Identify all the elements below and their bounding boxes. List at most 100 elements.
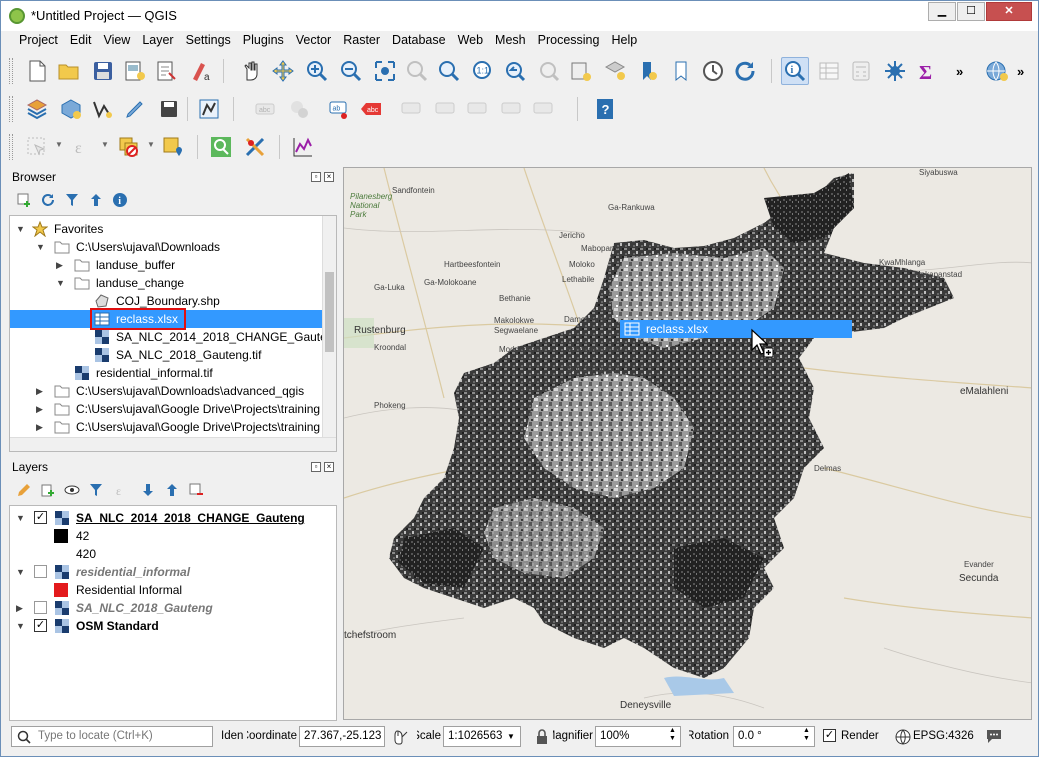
menu-raster[interactable]: Raster [337, 31, 386, 51]
zoom-to-selection-icon[interactable] [403, 57, 431, 85]
minimize-button[interactable]: ▁ [928, 2, 956, 21]
toolbar-handle[interactable] [9, 96, 13, 122]
filter-browser-icon[interactable] [63, 191, 81, 209]
zoom-next-icon[interactable] [535, 57, 563, 85]
zoom-full-icon[interactable] [371, 57, 399, 85]
magnifier-spinner-icon[interactable]: ▲ ▼ [669, 727, 676, 743]
close-panel-icon[interactable]: × [324, 172, 334, 182]
temporal-controller-icon[interactable] [699, 57, 727, 85]
menu-database[interactable]: Database [386, 31, 452, 51]
layer-visibility-checkbox[interactable]: ✓ [34, 511, 47, 524]
scrollbar-thumb[interactable] [325, 272, 334, 352]
open-layer-styling-icon[interactable] [15, 481, 33, 499]
digitize-icon[interactable] [89, 95, 117, 123]
float-panel-icon[interactable]: ▫ [311, 172, 321, 182]
zoom-last-icon[interactable] [501, 57, 529, 85]
refresh-browser-icon[interactable] [39, 191, 57, 209]
layer-row-nlc2018[interactable]: ▶ SA_NLC_2018_Gauteng [10, 599, 336, 617]
zoom-native-icon[interactable]: 1:1 [469, 57, 497, 85]
expression-dropdown-icon[interactable]: ▼ [101, 140, 109, 149]
highlight-labels-icon[interactable]: abc [357, 95, 385, 123]
remove-layer-icon[interactable] [187, 481, 205, 499]
field-calculator-icon[interactable] [847, 57, 875, 85]
rotation-spinner-icon[interactable]: ▲ ▼ [803, 727, 810, 743]
new-geopackage-layer-icon[interactable] [57, 95, 85, 123]
menu-processing[interactable]: Processing [532, 31, 606, 51]
menu-web[interactable]: Web [452, 31, 489, 51]
toolbar-overflow-button-2[interactable]: » [1017, 64, 1024, 79]
expand-all-icon[interactable] [139, 481, 157, 499]
elevation-profile-icon[interactable] [289, 133, 317, 161]
layer-row-residential[interactable]: ▼ residential_informal [10, 563, 336, 581]
web-map-icon[interactable] [983, 57, 1011, 85]
deselect-all-icon[interactable] [115, 133, 143, 161]
locator-input[interactable]: Type to locate (Ctrl+K) [11, 726, 213, 747]
rotate-label-icon[interactable] [463, 95, 491, 123]
tree-row-gdrive-training-2[interactable]: ▶ C:\Users\ujaval\Google Drive\Projects\… [10, 418, 330, 436]
add-selected-layers-icon[interactable] [15, 191, 33, 209]
tree-row-downloads[interactable]: ▼ C:\Users\ujaval\Downloads [10, 238, 330, 256]
menu-view[interactable]: View [97, 31, 136, 51]
new-project-icon[interactable] [23, 57, 51, 85]
pan-map-icon[interactable] [237, 57, 265, 85]
new-bookmark-icon[interactable] [601, 57, 629, 85]
tree-row-nlc2018-tif[interactable]: SA_NLC_2018_Gauteng.tif [10, 346, 330, 364]
menu-settings[interactable]: Settings [180, 31, 237, 51]
select-by-location-icon[interactable] [159, 133, 187, 161]
select-dropdown-icon[interactable]: ▼ [55, 140, 63, 149]
coordinate-field[interactable]: 27.367,-25.123 [299, 726, 385, 747]
browser-vertical-scrollbar[interactable] [322, 216, 336, 437]
toolbar-handle[interactable] [9, 58, 13, 84]
data-source-manager-icon[interactable] [23, 95, 51, 123]
menu-mesh[interactable]: Mesh [489, 31, 532, 51]
layer-visibility-checkbox[interactable] [34, 601, 47, 614]
filter-by-expression-icon[interactable]: ε [113, 481, 131, 499]
toggle-editing-icon[interactable] [121, 95, 149, 123]
crs-globe-icon[interactable] [895, 729, 911, 745]
tree-row-favorites[interactable]: ▼ Favorites [10, 220, 330, 238]
layer-row-osm[interactable]: ▼ ✓ OSM Standard [10, 617, 336, 635]
crs-label[interactable]: EPSG:4326 [913, 730, 974, 742]
collapse-all-icon[interactable] [163, 481, 181, 499]
show-hide-labels-icon[interactable] [431, 95, 459, 123]
zoom-in-icon[interactable] [303, 57, 331, 85]
move-label-icon[interactable] [397, 95, 425, 123]
show-bookmarks-icon[interactable] [635, 57, 663, 85]
layer-labeling-icon[interactable]: ab [325, 95, 353, 123]
properties-icon[interactable]: i [111, 191, 129, 209]
menu-help[interactable]: Help [605, 31, 643, 51]
menu-project[interactable]: Project [13, 31, 64, 51]
save-edits-icon[interactable] [155, 95, 183, 123]
map-canvas[interactable]: Sandfontein Pilanesberg National Park Je… [343, 167, 1032, 720]
map-tips-icon[interactable] [241, 133, 269, 161]
style-manager-icon[interactable]: a [187, 57, 215, 85]
tree-row-landuse-change[interactable]: ▼ landuse_change [10, 274, 330, 292]
toolbox-icon[interactable] [881, 57, 909, 85]
manage-map-themes-icon[interactable] [63, 481, 81, 499]
tree-row-advanced-qgis[interactable]: ▶ C:\Users\ujaval\Downloads\advanced_qgi… [10, 382, 330, 400]
tree-row-residential-tif[interactable]: residential_informal.tif [10, 364, 330, 382]
help-icon[interactable]: ? [591, 95, 619, 123]
identify-features-icon[interactable]: i [781, 57, 809, 85]
toolbar-overflow-button[interactable]: » [956, 64, 963, 79]
layer-visibility-checkbox[interactable]: ✓ [34, 619, 47, 632]
menu-plugins[interactable]: Plugins [237, 31, 290, 51]
menu-vector[interactable]: Vector [290, 31, 337, 51]
add-group-icon[interactable] [39, 481, 57, 499]
deselect-dropdown-icon[interactable]: ▼ [147, 140, 155, 149]
select-by-expression-icon[interactable]: ε [69, 133, 97, 161]
scale-dropdown-icon[interactable]: ▼ [507, 732, 515, 741]
label-toolbar-icon[interactable]: abc [251, 95, 279, 123]
open-project-icon[interactable] [55, 57, 83, 85]
lock-icon[interactable] [535, 729, 549, 745]
open-attribute-table-icon[interactable] [815, 57, 843, 85]
spatial-bookmarks-icon[interactable] [669, 57, 697, 85]
collapse-all-icon[interactable] [87, 191, 105, 209]
new-map-view-icon[interactable] [567, 57, 595, 85]
tree-row-landuse-buffer[interactable]: ▶ landuse_buffer [10, 256, 330, 274]
new-print-layout-icon[interactable] [121, 57, 149, 85]
menu-layer[interactable]: Layer [136, 31, 179, 51]
messages-icon[interactable] [985, 728, 1003, 744]
float-panel-icon[interactable]: ▫ [311, 462, 321, 472]
vertex-tool-icon[interactable] [195, 95, 223, 123]
